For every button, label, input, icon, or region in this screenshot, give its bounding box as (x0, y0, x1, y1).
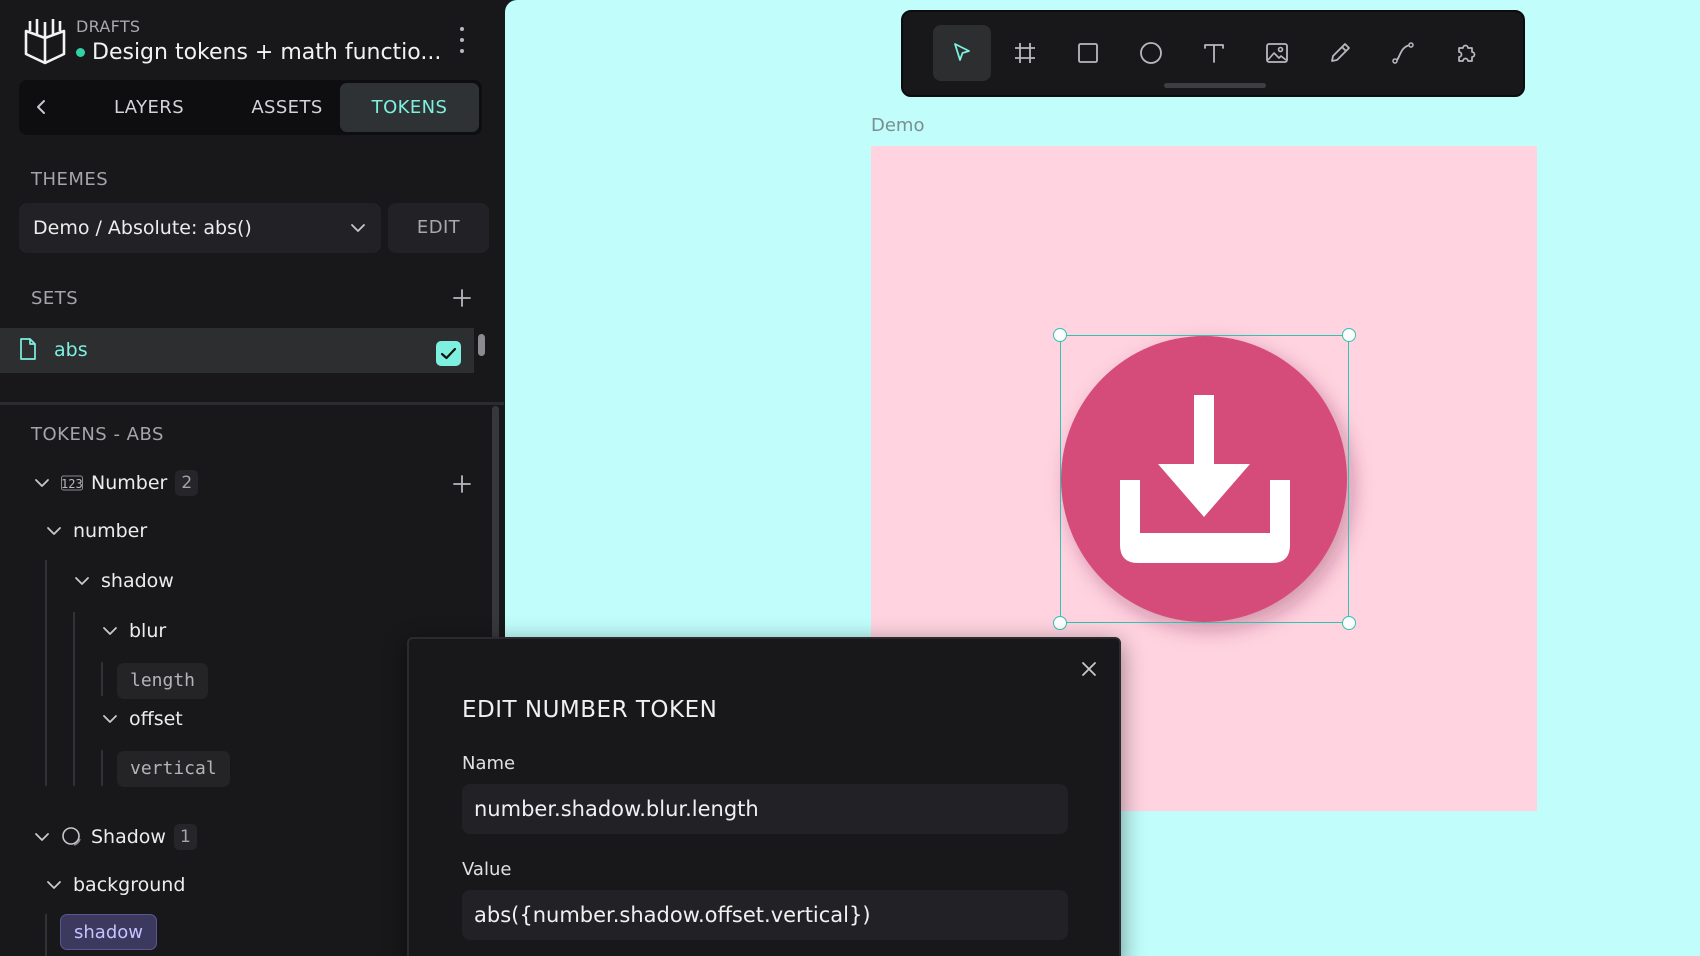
set-item-abs[interactable]: abs (0, 328, 474, 373)
tree-node-offset[interactable]: offset (101, 708, 183, 730)
token-pill-shadow[interactable]: shadow (60, 914, 157, 950)
tree-node-label: blur (129, 620, 167, 642)
collapse-back-icon[interactable] (31, 96, 53, 118)
chevron-down-icon[interactable] (101, 622, 119, 640)
checkmark-icon (440, 347, 457, 360)
tree-node-shadow[interactable]: shadow (73, 570, 174, 592)
project-section-label: DRAFTS (76, 17, 141, 36)
ellipse-icon (1140, 42, 1162, 64)
image-icon (1266, 43, 1288, 63)
tool-ellipse[interactable] (1122, 25, 1180, 81)
chevron-down-icon[interactable] (45, 522, 63, 540)
tree-node-background[interactable]: background (45, 874, 185, 896)
file-title-text: Design tokens + math functio... (92, 40, 442, 65)
token-group-shadow[interactable]: Shadow 1 (33, 824, 197, 850)
tree-guide-line (73, 612, 75, 786)
name-field-label: Name (462, 753, 516, 774)
chevron-down-icon[interactable] (45, 876, 63, 894)
board-icon (1015, 43, 1035, 63)
set-active-checkbox[interactable] (436, 341, 461, 366)
chevron-down-icon[interactable] (101, 710, 119, 728)
value-field-label: Value (462, 859, 512, 880)
selection-box[interactable] (1060, 335, 1349, 623)
theme-select-value: Demo / Absolute: abs() (33, 217, 252, 239)
add-token-plus-icon[interactable] (452, 474, 472, 494)
tool-pointer[interactable] (933, 25, 991, 81)
tree-guide-line (45, 560, 47, 786)
sets-title: SETS (31, 288, 79, 309)
tree-guide-line (101, 662, 103, 696)
pointer-icon (954, 43, 970, 61)
plugins-icon (1458, 44, 1476, 62)
pencil-icon (1331, 43, 1350, 62)
board-label[interactable]: Demo (871, 115, 924, 136)
path-icon (1392, 42, 1414, 64)
token-value-input[interactable]: abs({number.shadow.offset.vertical}) (462, 890, 1068, 940)
rectangle-icon (1078, 43, 1098, 63)
set-item-label: abs (54, 339, 88, 361)
close-icon[interactable] (1079, 659, 1099, 679)
themes-title: THEMES (31, 169, 109, 190)
chevron-down-icon[interactable] (33, 474, 51, 492)
token-count-badge: 2 (175, 470, 199, 496)
edit-theme-button[interactable]: EDIT (388, 203, 489, 253)
tool-path[interactable] (1374, 25, 1432, 81)
tree-guide-line (101, 750, 103, 786)
edit-token-dialog: EDIT NUMBER TOKEN Name number.shadow.blu… (407, 637, 1121, 956)
token-pill-length[interactable]: length (117, 663, 209, 699)
tree-node-label: shadow (101, 570, 174, 592)
svg-text:123: 123 (61, 477, 83, 491)
sets-scrollbar[interactable] (478, 334, 485, 356)
panel-divider[interactable] (0, 402, 504, 405)
tree-node-label: number (73, 520, 148, 542)
tree-node-blur[interactable]: blur (101, 620, 166, 642)
token-name-input[interactable]: number.shadow.blur.length (462, 784, 1068, 834)
tree-node-number[interactable]: number (45, 520, 147, 542)
more-options-icon[interactable] (452, 27, 472, 53)
add-set-plus-icon[interactable] (452, 288, 472, 308)
tab-assets[interactable]: ASSETS (217, 83, 357, 132)
tool-plugins[interactable] (1437, 25, 1495, 81)
tool-text[interactable] (1185, 25, 1243, 81)
tab-layers[interactable]: LAYERS (79, 83, 219, 132)
resize-handle-top-right[interactable] (1342, 328, 1356, 342)
text-icon (1204, 44, 1224, 63)
tool-board[interactable] (996, 25, 1054, 81)
token-group-number[interactable]: 123 Number 2 (33, 470, 199, 496)
file-icon (20, 338, 36, 360)
tree-guide-line (45, 914, 47, 956)
dialog-title: EDIT NUMBER TOKEN (462, 697, 718, 723)
token-group-label: Shadow (91, 826, 166, 848)
file-title[interactable]: Design tokens + math functio... (76, 40, 441, 65)
toolbar-drag-handle[interactable] (1164, 83, 1266, 88)
chevron-down-icon[interactable] (33, 828, 51, 846)
token-count-badge: 1 (173, 824, 197, 850)
theme-select[interactable]: Demo / Absolute: abs() (19, 203, 381, 253)
tree-node-label: offset (129, 708, 183, 730)
tool-image[interactable] (1248, 25, 1306, 81)
tree-node-label: background (73, 874, 186, 896)
resize-handle-bottom-left[interactable] (1053, 616, 1067, 630)
sidebar-tabs: LAYERS ASSETS TOKENS (19, 80, 482, 135)
tool-rectangle[interactable] (1059, 25, 1117, 81)
tokens-title: TOKENS - ABS (31, 424, 164, 445)
tokens-scrollbar[interactable] (492, 406, 499, 642)
number-type-icon: 123 (61, 475, 83, 491)
tab-tokens[interactable]: TOKENS (340, 83, 479, 132)
token-group-label: Number (91, 472, 168, 494)
chevron-down-icon (351, 224, 365, 232)
app-logo-icon[interactable] (22, 16, 68, 66)
chevron-down-icon[interactable] (73, 572, 91, 590)
main-toolbar (901, 10, 1525, 97)
saved-status-dot (76, 48, 85, 57)
resize-handle-bottom-right[interactable] (1342, 616, 1356, 630)
shadow-type-icon (62, 827, 81, 846)
token-pill-vertical[interactable]: vertical (117, 751, 230, 787)
resize-handle-top-left[interactable] (1053, 328, 1067, 342)
tool-pencil[interactable] (1311, 25, 1369, 81)
